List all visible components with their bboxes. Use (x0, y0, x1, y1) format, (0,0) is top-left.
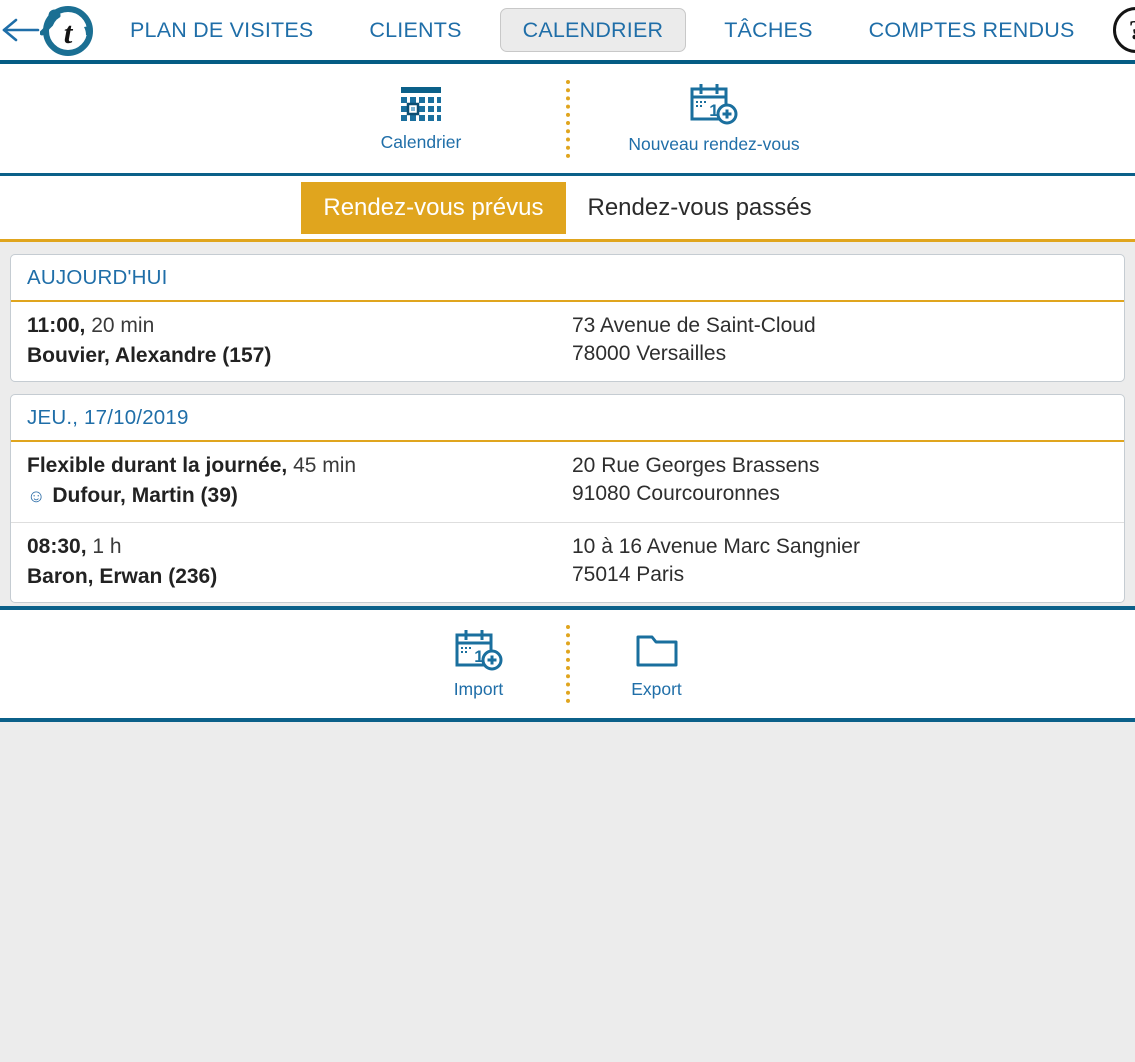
appointment-time-line: 08:30, 1 h (27, 533, 572, 561)
footer-label-import: Import (453, 678, 504, 699)
toolbar-item-nouveau-rendez-vous[interactable]: 1 Nouveau rendez-vous (572, 83, 857, 155)
appointment-title-line: Bouvier, Alexandre (157) (27, 342, 572, 370)
nav-item-comptes-rendus[interactable]: COMPTES RENDUS (841, 0, 1103, 60)
action-toolbar: Calendrier 1 Nouveau rendez-vous (0, 64, 1135, 176)
back-arrow-icon (2, 18, 40, 42)
appointment-address: 10 à 16 Avenue Marc Sangnier 75014 Paris (572, 533, 1108, 590)
t-logo-icon: t (40, 6, 93, 56)
appointment-address: 20 Rue Georges Brassens 91080 Courcouron… (572, 452, 1108, 509)
appointment-duration: 20 min (85, 314, 155, 337)
help-icon: ? (1129, 15, 1135, 46)
appointment-time: Flexible durant la journée, (27, 454, 288, 478)
day-card: JEU., 17/10/2019 Flexible durant la jour… (10, 394, 1125, 604)
calendar-grid-icon (401, 86, 441, 121)
bottom-strip (0, 722, 1135, 1062)
nav-item-clients[interactable]: CLIENTS (341, 0, 489, 60)
tab-rendez-vous-passes[interactable]: Rendez-vous passés (566, 184, 834, 232)
appointment-filter-tabs: Rendez-vous prévus Rendez-vous passés (0, 176, 1135, 242)
calendar-add-icon: 1 (455, 629, 502, 670)
address-line-1: 10 à 16 Avenue Marc Sangnier (572, 534, 860, 558)
appointment-title: Baron, Erwan (236) (27, 564, 218, 588)
top-navigation-bar: t PLAN DE VISITES CLIENTS CALENDRIER TÂC… (0, 0, 1135, 64)
tab-rendez-vous-prevus[interactable]: Rendez-vous prévus (301, 181, 566, 234)
address-line-1: 73 Avenue de Saint-Cloud (572, 314, 816, 337)
appointment-time-line: Flexible durant la journée, 45 min (27, 452, 572, 480)
appointment-title-line: Baron, Erwan (236) (27, 563, 572, 591)
appointment-time: 08:30, (27, 534, 87, 558)
appointment-title: Bouvier, Alexandre (157) (27, 343, 272, 367)
toolbar-separator (565, 79, 570, 158)
appointment-address: 73 Avenue de Saint-Cloud 78000 Versaille… (572, 312, 1108, 369)
toolbar-label-nouveau-rendez-vous: Nouveau rendez-vous (628, 133, 800, 154)
nav-item-plan-de-visites[interactable]: PLAN DE VISITES (102, 0, 341, 60)
appointment-time: 11:00, (27, 314, 86, 337)
appointment-duration: 1 h (86, 534, 122, 558)
appointment-details: Flexible durant la journée, 45 min ☺ Duf… (27, 452, 572, 509)
day-header: AUJOURD'HUI (11, 255, 1124, 302)
footer-item-export[interactable]: Export (582, 629, 732, 700)
calendar-app: t PLAN DE VISITES CLIENTS CALENDRIER TÂC… (0, 0, 1135, 1062)
nav-item-calendrier[interactable]: CALENDRIER (499, 8, 687, 52)
appointment-duration: 45 min (287, 454, 357, 478)
appointment-details: 11:00, 20 min Bouvier, Alexandre (157) (27, 312, 572, 369)
appointment-row[interactable]: 11:00, 20 min Bouvier, Alexandre (157) 7… (11, 302, 1124, 381)
appointment-row[interactable]: Flexible durant la journée, 45 min ☺ Duf… (11, 442, 1124, 523)
folder-icon (636, 635, 677, 666)
footer-label-export: Export (631, 678, 682, 699)
nav-item-taches[interactable]: TÂCHES (696, 0, 840, 60)
appointment-list: AUJOURD'HUI 11:00, 20 min Bouvier, Alexa… (0, 242, 1135, 606)
calendar-add-icon: 1 (690, 83, 738, 124)
back-button[interactable] (0, 0, 40, 62)
footer-separator (565, 625, 570, 703)
app-logo[interactable]: t (40, 0, 96, 62)
appointment-row[interactable]: 08:30, 1 h Baron, Erwan (236) 10 à 16 Av… (11, 523, 1124, 602)
address-line-2: 75014 Paris (572, 562, 685, 586)
appointment-details: 08:30, 1 h Baron, Erwan (236) (27, 533, 572, 590)
day-header: JEU., 17/10/2019 (11, 395, 1124, 443)
address-line-2: 78000 Versailles (572, 341, 727, 365)
help-button[interactable]: ? (1112, 7, 1135, 53)
appointment-time-line: 11:00, 20 min (27, 312, 572, 340)
toolbar-label-calendrier: Calendrier (380, 131, 462, 152)
appointment-title: Dufour, Martin (39) (52, 484, 238, 508)
footer-toolbar: 1 Import Export (0, 606, 1135, 722)
smiley-face-icon: ☺ (27, 486, 46, 507)
svg-text:t: t (64, 15, 74, 50)
day-card: AUJOURD'HUI 11:00, 20 min Bouvier, Alexa… (10, 254, 1125, 383)
main-nav-links: PLAN DE VISITES CLIENTS CALENDRIER TÂCHE… (102, 0, 1103, 60)
appointment-title-line: ☺ Dufour, Martin (39) (27, 482, 572, 510)
address-line-2: 91080 Courcouronnes (572, 482, 780, 506)
address-line-1: 20 Rue Georges Brassens (572, 454, 820, 478)
footer-item-import[interactable]: 1 Import (404, 629, 554, 700)
toolbar-item-calendrier[interactable]: Calendrier (279, 85, 564, 153)
